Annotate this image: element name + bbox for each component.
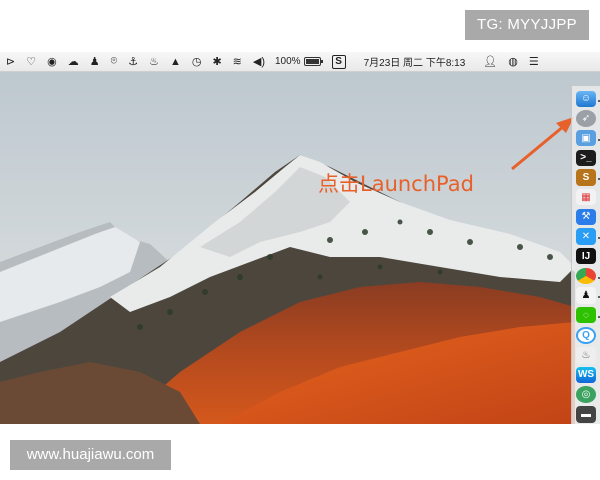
menu-bar: ⊳ ♡ ◉ ☁ ♟ ⌾ ⚓ ♨ ▲ ◷ ✱ ≋ ◀) 100% S 7月23日 … — [0, 52, 600, 72]
battery-percent: 100% — [275, 56, 301, 67]
qq-browser-icon[interactable]: Q — [576, 326, 596, 344]
teapot-icon[interactable]: ♨ — [149, 52, 159, 72]
annotation-arrow — [511, 117, 574, 171]
s-app-icon[interactable]: S — [331, 54, 346, 69]
time-machine-icon[interactable]: ◷ — [192, 52, 202, 72]
siri-icon[interactable]: ◍ — [508, 52, 518, 72]
datetime[interactable]: 7月23日 周二 下午8:13 — [364, 54, 466, 69]
tg-watermark: TG: MYYJJPP — [465, 10, 589, 40]
hat-icon[interactable]: ▲ — [170, 52, 181, 72]
tool-icon[interactable]: ◎ — [576, 386, 596, 403]
user-icon[interactable]: 👤︎ — [483, 52, 497, 72]
launchpad-grid-icon[interactable]: ▦ — [576, 188, 596, 206]
battery-icon[interactable] — [303, 57, 323, 66]
mac-screen: ⊳ ♡ ◉ ☁ ♟ ⌾ ⚓ ♨ ▲ ◷ ✱ ≋ ◀) 100% S 7月23日 … — [0, 52, 600, 424]
notification-center-icon[interactable]: ☰ — [529, 52, 539, 72]
launchpad-icon[interactable]: ➶ — [576, 110, 596, 127]
launchpad-annotation: 点击LaunchPad — [318, 172, 474, 196]
chrome-icon[interactable] — [576, 267, 600, 285]
dock: ☺ ➶ ▣ >_ S ▦ ⚒ ✕ IJ ♟ ◌ Q ♨ WS ◎ ▬ — [571, 86, 600, 424]
sublime-icon[interactable]: S — [576, 169, 600, 186]
qq-icon[interactable]: ♟ — [90, 52, 100, 72]
heart-icon[interactable]: ♡ — [26, 52, 36, 72]
anchor-icon[interactable]: ⚓ — [128, 52, 138, 72]
wifi-icon[interactable]: ≋ — [233, 52, 242, 72]
xcode-icon[interactable]: ⚒ — [576, 208, 596, 226]
volume-icon[interactable]: ◀) — [253, 52, 265, 72]
vscode-icon[interactable]: ✕ — [576, 228, 600, 245]
last-dock-icon[interactable]: ▬ — [576, 406, 596, 423]
teapot-dock-icon[interactable]: ♨ — [576, 347, 596, 364]
wechat-icon[interactable]: ◌ — [576, 306, 600, 324]
cloud-icon[interactable]: ☁ — [68, 52, 79, 72]
battery-fill — [305, 59, 319, 64]
chat-icon[interactable]: ⌾ — [111, 52, 118, 72]
finder-icon[interactable]: ☺ — [576, 90, 600, 108]
playback-icon[interactable]: ⊳ — [6, 52, 15, 72]
globe-icon[interactable]: ◉ — [47, 52, 57, 72]
preview-icon[interactable]: ▣ — [576, 129, 600, 147]
webstorm-icon[interactable]: WS — [576, 366, 596, 384]
bluetooth-icon[interactable]: ✱ — [212, 52, 221, 72]
terminal-icon[interactable]: >_ — [576, 149, 596, 167]
intellij-icon[interactable]: IJ — [576, 247, 596, 265]
qq-dock-icon[interactable]: ♟ — [576, 287, 600, 304]
site-watermark: www.huajiawu.com — [10, 440, 171, 470]
